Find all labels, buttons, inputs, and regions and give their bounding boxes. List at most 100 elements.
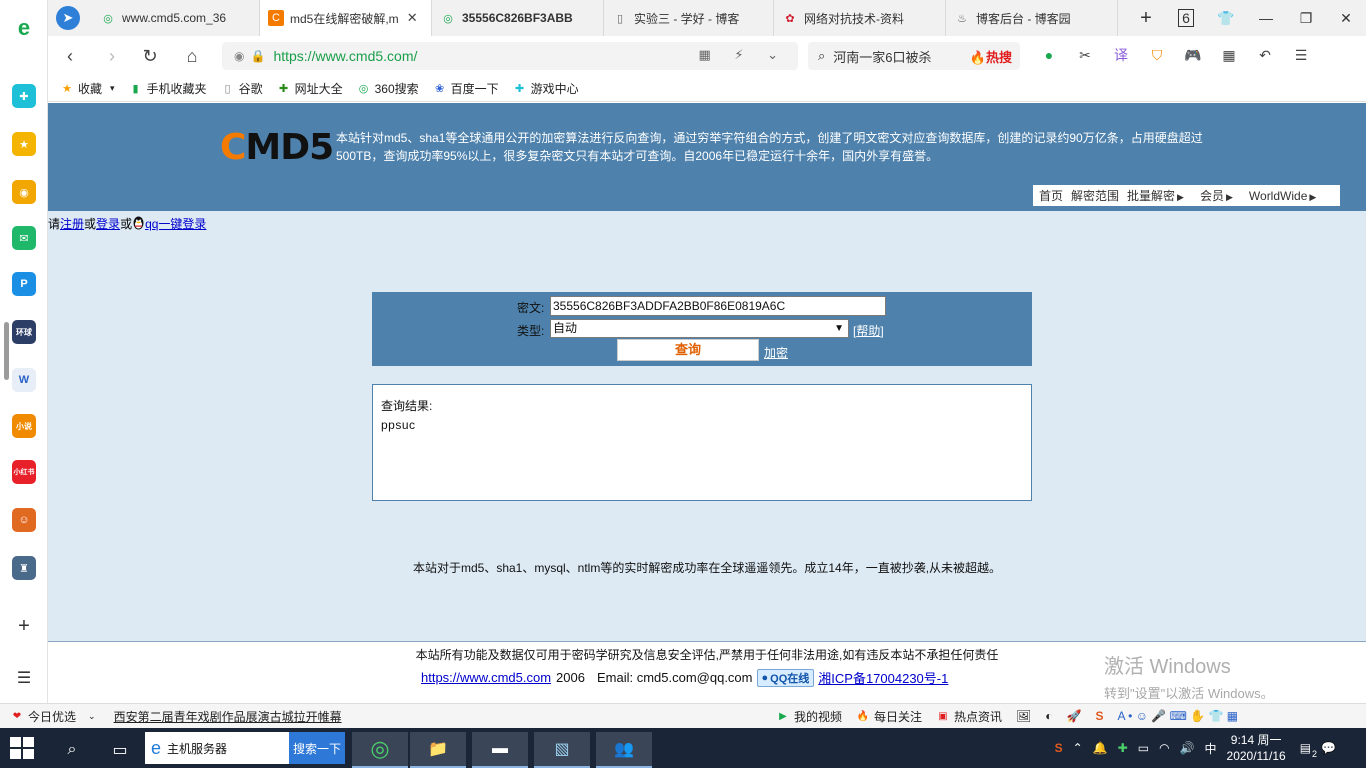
navigate-arrow-icon[interactable]: ➤ [56, 6, 80, 30]
undo-icon[interactable]: ↶ [1254, 44, 1276, 66]
360-browser-taskbar-icon[interactable]: ◎ [352, 732, 408, 768]
tab-cmd5-query[interactable]: ◎ www.cmd5.com_36 [92, 0, 260, 36]
tab-blog-admin[interactable]: ♨ 博客后台 - 博客园 [946, 0, 1118, 36]
users-app-icon[interactable]: 👥 [596, 732, 652, 768]
register-link[interactable]: 注册 [60, 217, 84, 231]
ime-toolbar-icons[interactable]: A • ☺ 🎤 ⌨ ✋ 👕 ▦ [1118, 709, 1239, 723]
restore-icon[interactable]: ❐ [1286, 10, 1326, 27]
search-field[interactable]: ⌕ 河南一家6口被杀 🔥热搜 [808, 42, 1020, 70]
taskbar-search-button[interactable]: 搜索一下 [289, 732, 345, 764]
side-panel-scrollbar[interactable] [4, 322, 9, 380]
shield-icon[interactable]: ⛉ [1146, 44, 1168, 66]
sogou-ime-icon[interactable]: S [1095, 709, 1103, 723]
input-language-icon[interactable]: 中 [1205, 740, 1217, 757]
site-info-icon[interactable]: ◉ [234, 49, 244, 63]
bookmark-360-search[interactable]: ◎ 360搜索 [357, 80, 419, 97]
qq-online-button[interactable]: ● QQ在线 [756, 668, 815, 687]
nav-batch-decrypt[interactable]: 批量解密 ▶ [1127, 187, 1184, 204]
browser-logo-icon[interactable]: e [12, 15, 36, 40]
type-select[interactable]: 自动 ▼ [550, 319, 849, 338]
parking-app-icon[interactable]: P [12, 272, 36, 296]
star-favorites-icon[interactable]: ★ [12, 132, 36, 156]
sogou-tray-icon[interactable]: S [1055, 741, 1063, 755]
news-headline-link[interactable]: 西安第二届青年戏剧作品展演古城拉开帷幕 [114, 708, 342, 725]
rocket-icon[interactable]: 🚀 [1067, 709, 1082, 723]
close-tab-icon[interactable]: ✕ [407, 10, 418, 26]
bookmark-url-directory[interactable]: ✚ 网址大全 [277, 80, 343, 97]
system-clock[interactable]: 9:14 周一 2020/11/16 [1227, 732, 1286, 764]
translate-icon[interactable]: 译 [1110, 44, 1132, 66]
notification-bell-icon[interactable]: 🔔 [1093, 741, 1108, 755]
wechat-icon[interactable]: ● [1038, 44, 1060, 66]
grid-apps-icon[interactable]: ▦ [1218, 44, 1240, 66]
notepad-app-icon[interactable]: ▧ [534, 732, 590, 768]
search-icon[interactable]: ⌕ [818, 48, 825, 64]
menu-icon[interactable]: ☰ [1290, 44, 1312, 66]
nav-member[interactable]: 会员 ▶ [1200, 187, 1233, 204]
volume-icon[interactable]: 🔊 [1180, 741, 1195, 755]
news-app-icon[interactable]: 环球 [12, 320, 36, 344]
site-link[interactable]: https://www.cmd5.com [421, 670, 551, 685]
notification-center-icon[interactable]: ▤ 2 [1300, 741, 1317, 759]
bookmark-favorites[interactable]: ★ 收藏 ▾ [60, 80, 114, 97]
scissors-icon[interactable]: ✂ [1074, 44, 1096, 66]
bookmark-google[interactable]: ▯ 谷歌 [221, 80, 263, 97]
login-link[interactable]: 登录 [96, 217, 120, 231]
cipher-input[interactable]: 35556C826BF3ADDFA2BB0F86E0819A6C [550, 296, 886, 316]
mail-icon[interactable]: ✉ [12, 226, 36, 250]
image-icon[interactable]: 🖼 [1016, 709, 1031, 723]
skin-shirt-icon[interactable]: 👕 [1206, 10, 1246, 27]
word-doc-icon[interactable]: W [12, 368, 36, 392]
new-tab-icon[interactable]: + [1126, 7, 1166, 30]
gamepad-icon[interactable]: 🎮 [1182, 44, 1204, 66]
task-view-icon[interactable]: ▭ [92, 732, 148, 768]
minimize-icon[interactable]: — [1246, 10, 1286, 26]
add-app-icon[interactable]: + [12, 614, 36, 638]
novel-app-icon[interactable]: 小说 [12, 414, 36, 438]
query-button[interactable]: 查询 [617, 339, 759, 361]
360-guard-icon[interactable]: ✚ [1118, 741, 1128, 755]
message-icon[interactable]: 💬 [1321, 741, 1336, 755]
windows-start-icon[interactable] [10, 737, 34, 759]
plus-app-icon[interactable]: ✚ [12, 84, 36, 108]
close-window-icon[interactable]: ✕ [1326, 10, 1366, 27]
speed-icon[interactable]: ◐ [1045, 709, 1052, 723]
bookmark-baidu[interactable]: ❀ 百度一下 [433, 80, 499, 97]
qr-and-speed-icons[interactable]: ▦ ⚡ ⌄ [698, 47, 788, 63]
nav-worldwide[interactable]: WorldWide ▶ [1249, 189, 1316, 203]
weibo-icon[interactable]: ◉ [12, 180, 36, 204]
url-field[interactable]: ◉ 🔒 https://www.cmd5.com/ ▦ ⚡ ⌄ [222, 42, 798, 70]
tab-lab3-blog[interactable]: ▯ 实验三 - 学好 - 博客 [604, 0, 774, 36]
menu-list-icon[interactable]: ☰ [12, 666, 36, 690]
xiaohongshu-icon[interactable]: 小红书 [12, 460, 36, 484]
home-icon[interactable]: ⌂ [180, 44, 204, 68]
cmd5-logo[interactable]: CMD5 [220, 127, 334, 168]
hot-news[interactable]: ▣ 热点资讯 [936, 708, 1002, 725]
icp-link[interactable]: 湘ICP备17004230号-1 [818, 668, 948, 687]
taskbar-search[interactable]: e 主机服务器 搜索一下 [145, 732, 345, 764]
game-tower-icon[interactable]: ♜ [12, 556, 36, 580]
command-prompt-icon[interactable]: ▬ [472, 732, 528, 768]
nav-decrypt-scope[interactable]: 解密范围 [1071, 187, 1119, 204]
tab-md5-decrypt[interactable]: C md5在线解密破解,m ✕ [260, 0, 432, 36]
back-arrow-icon[interactable]: ‹ [58, 44, 82, 68]
file-explorer-icon[interactable]: 📁 [410, 732, 466, 768]
daily-follow[interactable]: 🔥 每日关注 [856, 708, 922, 725]
qq-login-link[interactable]: qq一键登录 [145, 217, 206, 231]
hot-search-badge[interactable]: 🔥热搜 [970, 47, 1012, 66]
tab-network-resources[interactable]: ✿ 网络对抗技术-资料 [774, 0, 946, 36]
tab-count-badge[interactable]: 6 [1166, 9, 1206, 27]
show-hidden-icons[interactable]: ⌃ [1073, 741, 1083, 755]
bookmark-game-center[interactable]: ✚ 游戏中心 [513, 80, 579, 97]
bookmark-mobile[interactable]: ▮ 手机收藏夹 [129, 80, 207, 97]
daily-pick[interactable]: ❤ 今日优选 ⌄ [10, 708, 96, 725]
help-link[interactable]: [帮助] [853, 322, 884, 339]
refresh-icon[interactable]: ↻ [138, 44, 162, 68]
network-icon[interactable]: ◠ [1159, 741, 1169, 755]
battery-icon[interactable]: ▭ [1138, 741, 1149, 755]
url-text[interactable]: https://www.cmd5.com/ [273, 48, 417, 64]
tab-hash-search[interactable]: ◎ 35556C826BF3ABB [432, 0, 604, 36]
taskbar-search-text[interactable]: 主机服务器 [167, 740, 289, 757]
game-character-icon[interactable]: ☺ [12, 508, 36, 532]
dropdown-arrow-icon[interactable]: ▼ [834, 320, 844, 337]
